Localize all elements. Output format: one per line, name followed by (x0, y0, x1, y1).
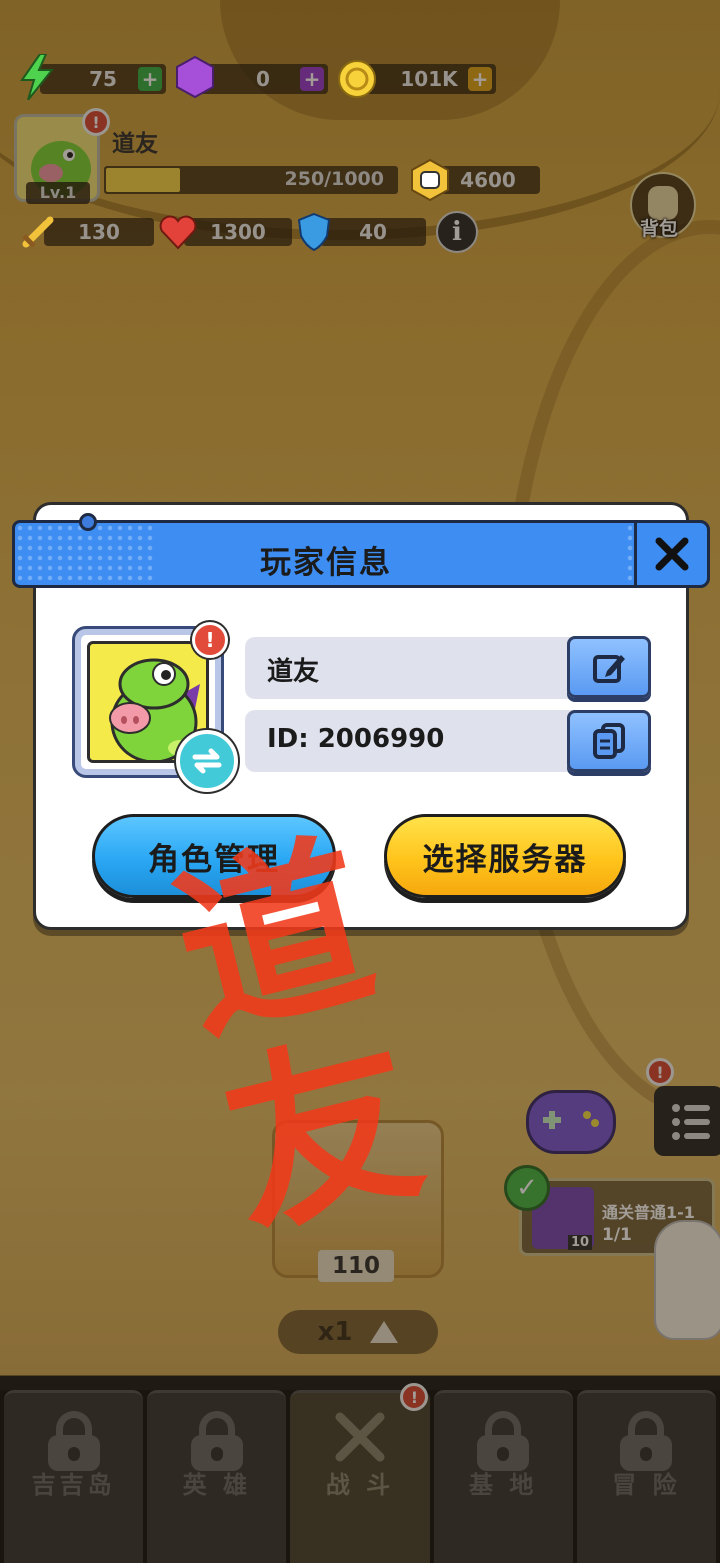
header-rivet-decoration (79, 513, 97, 531)
shield-icon (294, 212, 334, 252)
lightning-icon (16, 54, 58, 100)
player-id-value: ID: 2006990 (267, 724, 445, 754)
close-icon (655, 537, 689, 571)
copy-id-button[interactable] (567, 710, 651, 772)
copy-icon (593, 723, 625, 759)
select-server-label: 选择服务器 (422, 841, 588, 878)
swap-avatar-button[interactable] (176, 730, 238, 792)
player-name-value: 道友 (267, 657, 320, 687)
role-management-button[interactable]: 角色管理 (92, 814, 336, 898)
gem-icon (174, 56, 216, 98)
role-management-label: 角色管理 (148, 841, 280, 878)
dialog-header: 玩家信息 (12, 520, 710, 588)
swap-arrows-icon (192, 748, 222, 774)
fist-icon (408, 158, 452, 202)
edit-name-button[interactable] (567, 636, 651, 698)
close-button[interactable] (634, 520, 710, 588)
sword-icon (18, 212, 58, 252)
coin-icon (336, 58, 378, 100)
select-server-button[interactable]: 选择服务器 (384, 814, 626, 898)
dialog-title: 玩家信息 (260, 545, 392, 581)
edit-icon (593, 655, 625, 683)
avatar-alert-icon: ! (192, 622, 228, 658)
heart-icon (158, 212, 198, 252)
